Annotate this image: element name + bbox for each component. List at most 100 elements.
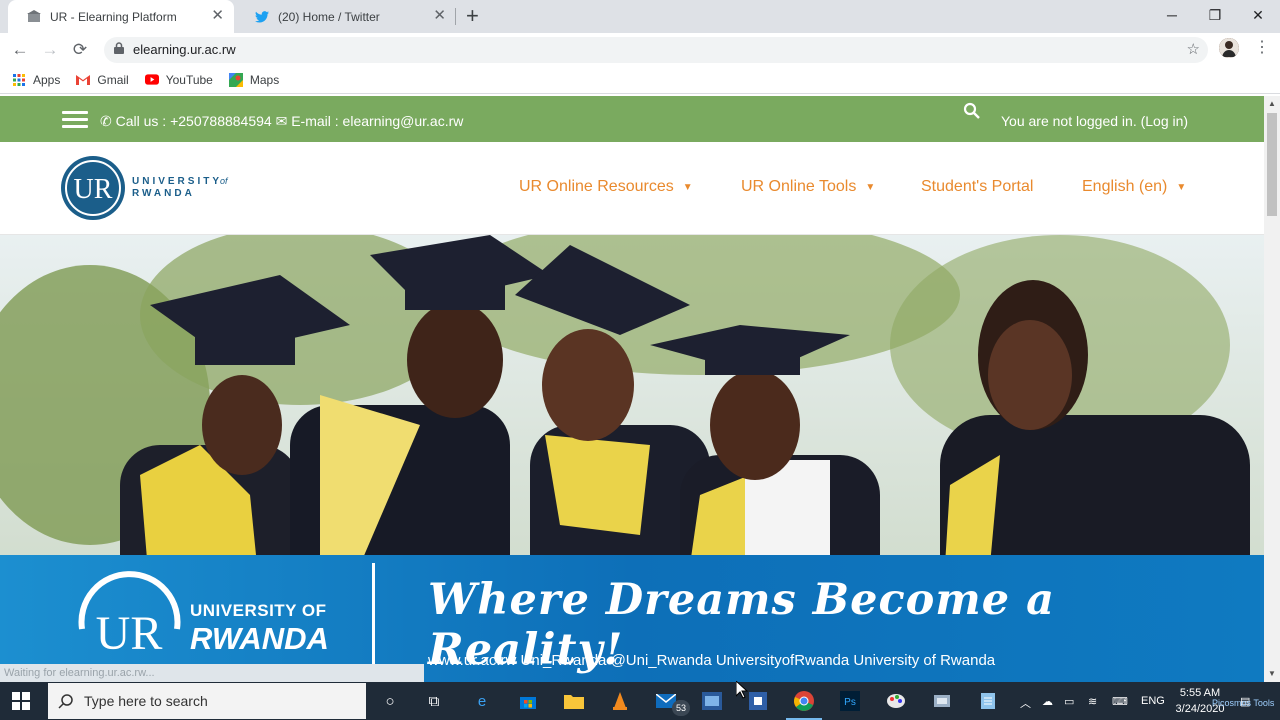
svg-text:UR: UR [74,174,113,205]
email-link[interactable]: E-mail : elearning@ur.ac.rw [291,113,463,129]
address-bar[interactable]: elearning.ur.ac.rw ☆ [104,37,1208,63]
web-page: ✆ Call us : +250788884594 ✉ E-mail : ele… [0,96,1264,682]
caret-down-icon: ▼ [682,181,693,193]
app-icon[interactable] [744,688,772,714]
svg-text:UR: UR [96,607,163,660]
bookmark-apps[interactable]: Apps [12,73,60,87]
browser-menu-icon[interactable]: ⋮ [1254,38,1270,58]
cortana-icon[interactable]: ○ [376,688,404,714]
site-topbar: ✆ Call us : +250788884594 ✉ E-mail : ele… [0,96,1264,142]
caret-down-icon: ▼ [1176,181,1187,193]
phone-icon: ✆ [100,113,112,129]
slogan-banner: UR UNIVERSITY OF RWANDA Where Dreams Bec… [0,555,1264,682]
app-icon[interactable] [928,688,956,714]
nav-label: English (en) [1082,178,1168,195]
login-status-link[interactable]: You are not logged in. (Log in) [1001,113,1188,129]
chrome-icon[interactable] [786,688,822,720]
scroll-thumb[interactable] [1267,113,1277,216]
close-tab-icon[interactable]: ✕ [433,8,446,24]
tab-title: (20) Home / Twitter [278,9,380,24]
apps-grid-icon [12,73,26,87]
search-icon[interactable] [963,102,981,120]
page-scrollbar[interactable]: ▲ ▼ [1264,96,1280,682]
back-button[interactable]: ← [9,39,31,61]
tab-twitter[interactable]: (20) Home / Twitter ✕ [236,0,456,33]
nav-label: UR Online Tools [741,178,857,195]
maximize-button[interactable]: ❐ [1193,0,1237,30]
bookmark-label: YouTube [165,72,213,87]
overlay-watermark-text: Picosmos Tools [1212,698,1275,708]
tab-strip: UR - Elearning Platform ✕ (20) Home / Tw… [0,0,1280,33]
scroll-down-arrow-icon[interactable]: ▼ [1268,669,1276,678]
vlc-icon[interactable] [606,688,634,714]
ur-favicon-icon [26,9,42,25]
banner-university-of: UNIVERSITY OF [190,601,327,620]
calibre-icon[interactable] [698,688,726,714]
tab-elearning[interactable]: UR - Elearning Platform ✕ [8,0,234,33]
bookmark-maps[interactable]: Maps [228,72,280,87]
close-window-button[interactable]: ✕ [1236,0,1280,30]
windows-start-icon[interactable] [12,692,30,710]
browser-status-bar: Waiting for elearning.ur.ac.rw... [0,664,424,682]
ur-logo[interactable]: UR UNIVERSITY of RWANDA [60,155,240,223]
mail-unread-badge: 53 [672,700,690,716]
onedrive-icon[interactable]: ☁ [1042,695,1053,708]
ur-banner-emblem-icon: UR [78,571,181,660]
profile-avatar[interactable] [1219,38,1239,58]
tab-title: UR - Elearning Platform [50,9,177,24]
scroll-up-arrow-icon[interactable]: ▲ [1268,99,1276,108]
search-icon [58,694,73,709]
bookmark-label: Maps [249,72,280,87]
ur-logo-emblem-icon: UR [61,156,125,220]
hamburger-menu-icon[interactable] [62,111,88,129]
search-placeholder: Type here to search [84,693,208,709]
twitter-icon [254,9,270,25]
paint-icon[interactable] [882,688,910,714]
bookmark-gmail[interactable]: Gmail [76,72,129,87]
nav-language-selector[interactable]: English (en) ▼ [1082,178,1186,196]
mouse-cursor-icon [736,681,748,699]
caret-down-icon: ▼ [865,181,876,193]
bookmark-star-icon[interactable]: ☆ [1187,40,1200,58]
nav-ur-online-resources[interactable]: UR Online Resources ▼ [519,178,693,196]
file-explorer-icon[interactable] [560,688,588,714]
tray-chevron-up-icon[interactable]: ︿ [1020,695,1031,711]
task-view-icon[interactable]: ⧉ [420,688,448,714]
battery-icon[interactable]: ▭ [1064,695,1074,708]
maps-icon [228,72,243,87]
nav-label: Student's Portal [921,178,1034,195]
nav-students-portal[interactable]: Student's Portal [921,178,1033,196]
youtube-icon [144,73,159,87]
forward-button[interactable]: → [39,39,61,61]
gmail-icon [76,73,91,87]
call-us-text: Call us : +250788884594 [115,113,272,129]
close-tab-icon[interactable]: ✕ [211,8,224,24]
bookmark-label: Gmail [97,72,129,87]
wifi-icon[interactable]: ≋ [1088,695,1097,708]
store-icon[interactable] [514,688,542,714]
nav-label: UR Online Resources [519,178,674,195]
minimize-button[interactable]: ─ [1150,0,1194,30]
logo-rwanda-text: RWANDA [132,188,195,199]
reload-button[interactable]: ⟳ [69,39,91,61]
new-tab-button[interactable]: + [466,4,479,28]
edge-icon[interactable]: e [468,688,496,714]
contact-info: ✆ Call us : +250788884594 ✉ E-mail : ele… [100,113,463,130]
browser-window: UR - Elearning Platform ✕ (20) Home / Tw… [0,0,1280,720]
bookmark-youtube[interactable]: YouTube [144,72,213,87]
url-text: elearning.ur.ac.rw [133,42,236,57]
language-indicator[interactable]: ENG [1141,695,1165,707]
banner-social-links: www.ur.ac.rw Uni_Rwanda @Uni_Rwanda Univ… [428,652,996,669]
logo-university-text: UNIVERSITY [132,176,223,187]
keyboard-icon[interactable]: ⌨ [1112,695,1128,708]
envelope-icon: ✉ [275,113,288,129]
photoshop-icon[interactable]: Ps [836,688,864,714]
nav-ur-online-tools[interactable]: UR Online Tools ▼ [741,178,875,196]
notepad-icon[interactable] [974,688,1002,714]
lock-icon [114,42,124,54]
bookmark-label: Apps [33,72,61,87]
browser-toolbar: ← → ⟳ elearning.ur.ac.rw ☆ [0,33,1280,66]
taskbar-search-input[interactable]: Type here to search [48,683,366,719]
svg-text:Ps: Ps [844,697,856,708]
banner-divider [372,563,375,667]
